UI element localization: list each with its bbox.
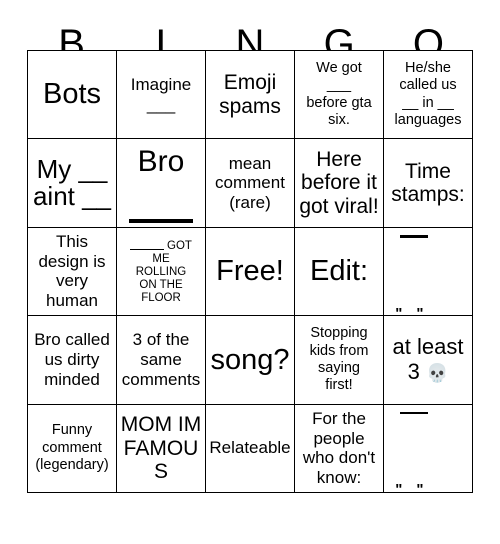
bingo-cell[interactable]: Funny comment (legendary)	[28, 404, 117, 493]
bingo-cell[interactable]: song?	[206, 316, 295, 405]
bingo-cell-text: Here before it got viral!	[299, 147, 379, 218]
bingo-cell[interactable]: Here before it got viral!	[295, 139, 384, 228]
rofl-text-block: GOT ME ROLLING ON THE FLOOR	[120, 239, 202, 305]
blank-rule	[129, 218, 193, 223]
rofl-got-word: GOT	[167, 239, 192, 252]
bingo-grid: Bots Imagine ___ Emoji spams We got ___ …	[27, 50, 473, 493]
bingo-cell-text: Stopping kids from saying first!	[309, 325, 369, 394]
bingo-cell[interactable]: Bro called us dirty minded	[28, 316, 117, 405]
bingo-cell[interactable]: This design is very human	[28, 227, 117, 317]
bingo-cell-text: at least 3 💀	[387, 335, 469, 384]
bingo-cell[interactable]: My __ aint __	[28, 139, 117, 228]
bingo-cell[interactable]: Emoji spams	[206, 51, 295, 140]
bingo-header: B I N G O	[27, 0, 473, 66]
bingo-cell-text: Funny comment (legendary)	[35, 422, 109, 473]
quote-blank: ""	[387, 228, 440, 270]
bingo-cell[interactable]: For the people who don't know:	[295, 404, 384, 493]
bingo-cell[interactable]: Stopping kids from saying first!	[295, 316, 384, 405]
bingo-cell-text: Edit:	[309, 255, 369, 288]
bingo-cell[interactable]: Imagine ___	[117, 51, 206, 140]
blank-underline	[399, 235, 428, 238]
bingo-cell[interactable]: Edit:	[295, 227, 384, 317]
bingo-cell-free[interactable]: Free!	[206, 227, 295, 317]
blank-underline	[399, 411, 428, 415]
quote-row: "" 💀	[387, 274, 469, 317]
bingo-cell[interactable]: MOM IM FAMOUS	[117, 404, 206, 493]
bingo-cell-text: We got ___ before gta six.	[306, 59, 372, 129]
bingo-cell-text: Bro	[137, 145, 185, 179]
bingo-cell[interactable]: Time stamps:	[384, 139, 473, 228]
bro-stack: Bro	[120, 141, 202, 224]
bingo-cell-text: MOM IM FAMOUS	[120, 413, 202, 484]
bingo-cell-text: Bots	[42, 78, 102, 111]
bingo-cell-text: My __ aint __	[32, 153, 112, 212]
bingo-cell[interactable]: GOT ME ROLLING ON THE FLOOR	[117, 227, 206, 317]
quote-blank: ""	[387, 405, 440, 447]
quote-blank-cell: "" 😄 "" 💀	[387, 228, 469, 315]
bingo-cell-text: song?	[210, 343, 290, 376]
quote-blank-cell: "" ❌ "" ✅	[387, 405, 469, 493]
bingo-cell[interactable]: Bro	[117, 139, 206, 228]
bingo-cell[interactable]: Relateable	[206, 404, 295, 493]
skull-icon: 💀	[425, 362, 449, 383]
bingo-cell[interactable]: Bots	[28, 51, 117, 140]
quote-blank: ""	[387, 274, 440, 317]
rofl-rest: ME ROLLING ON THE FLOOR	[135, 252, 187, 304]
bingo-cell[interactable]: 3 of the same comments	[117, 316, 206, 405]
bingo-cell-text: For the people who don't know:	[302, 408, 376, 488]
bingo-cell-text: mean comment (rare)	[215, 153, 285, 212]
bingo-cell-text: This design is very human	[38, 232, 106, 311]
bingo-cell-text: Time stamps:	[391, 159, 465, 207]
bingo-cell-text: Imagine ___	[130, 74, 192, 114]
bingo-cell[interactable]: We got ___ before gta six.	[295, 51, 384, 140]
bingo-cell[interactable]: "" ❌ "" ✅	[384, 404, 473, 493]
bingo-cell[interactable]: He/she called us __ in __ languages	[384, 51, 473, 140]
blank-underline	[130, 240, 165, 250]
bingo-cell[interactable]: "" 😄 "" 💀	[384, 227, 473, 317]
rofl-first-line: GOT	[120, 239, 202, 253]
bingo-cell-text: 3 of the same comments	[121, 330, 201, 389]
bingo-cell-text: Emoji spams	[219, 71, 281, 118]
quote-row: "" 😄	[387, 228, 469, 270]
quote-marks: ""	[395, 304, 438, 317]
bingo-cell-text: Relateable	[209, 438, 291, 458]
bingo-card: B I N G O Bots Imagine ___ Emoji spams W…	[0, 0, 500, 544]
bingo-cell-text: Free!	[216, 255, 284, 288]
quote-marks: ""	[395, 481, 438, 493]
bingo-cell-text: He/she called us __ in __ languages	[394, 59, 462, 129]
quote-blank: ""	[387, 450, 440, 493]
bingo-cell[interactable]: at least 3 💀	[384, 316, 473, 405]
bingo-cell[interactable]: mean comment (rare)	[206, 139, 295, 228]
quote-row: "" ✅	[387, 450, 469, 493]
bingo-cell-text: Bro called us dirty minded	[34, 330, 110, 389]
quote-row: "" ❌	[387, 405, 469, 447]
